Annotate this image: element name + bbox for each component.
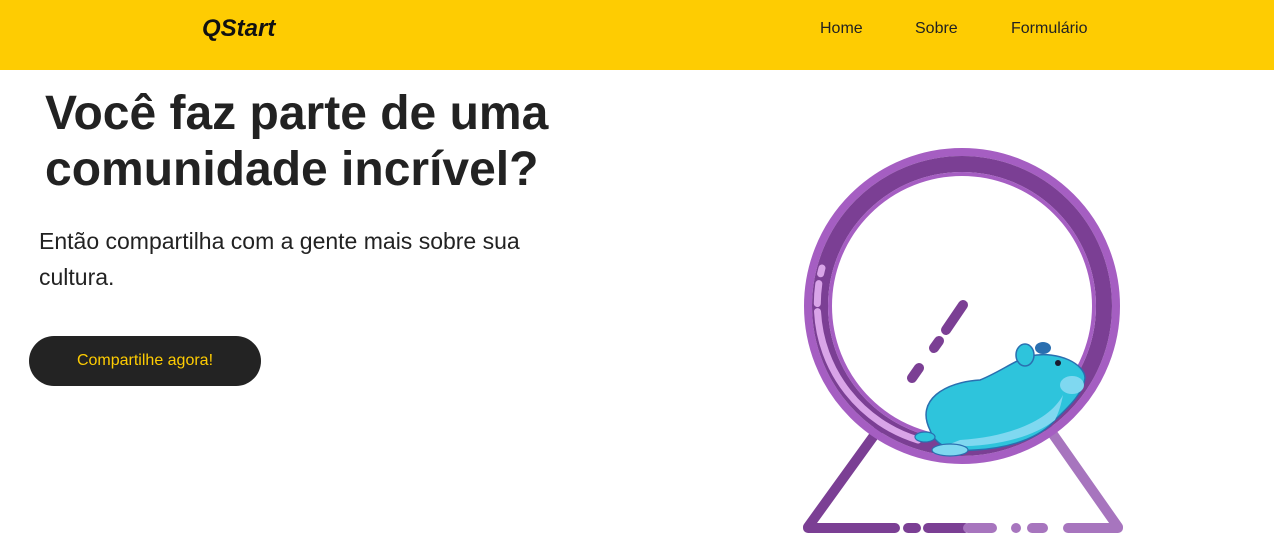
speed-lines [907, 300, 968, 383]
hamster-wheel-illustration [803, 148, 1123, 533]
nav-link-sobre[interactable]: Sobre [915, 19, 958, 39]
share-now-button[interactable]: Compartilhe agora! [29, 336, 261, 386]
nav-link-home[interactable]: Home [820, 19, 863, 39]
top-navbar: QStart Home Sobre Formulário [0, 0, 1274, 70]
nav-link-formulario[interactable]: Formulário [1011, 19, 1087, 39]
hero-subtitle: Então compartilha com a gente mais sobre… [39, 228, 520, 290]
hero-title: Você faz parte de uma comunidade incríve… [45, 87, 549, 196]
brand-logo[interactable]: QStart [202, 14, 275, 44]
